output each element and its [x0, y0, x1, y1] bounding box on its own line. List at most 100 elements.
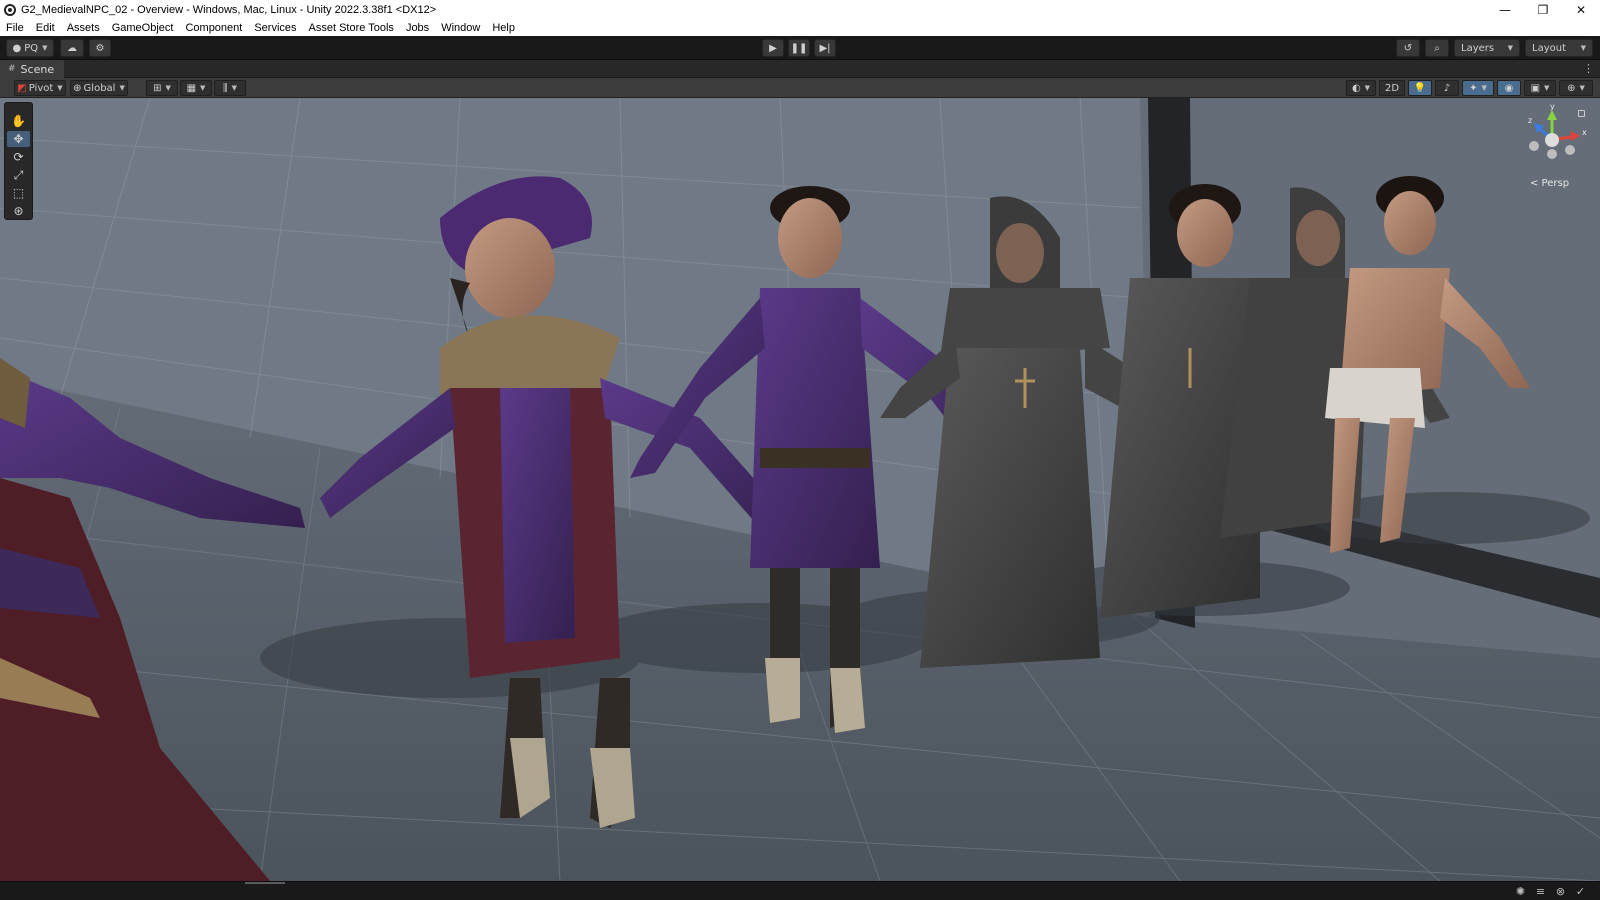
menu-assets[interactable]: Assets: [67, 22, 100, 34]
scene-render: [0, 98, 1600, 881]
rotate-icon: ⟳: [13, 150, 24, 164]
hidden-objects-toggle[interactable]: ◉: [1497, 80, 1521, 96]
layers-dropdown[interactable]: Layers ▼: [1454, 39, 1520, 57]
minimize-button[interactable]: —: [1486, 0, 1524, 19]
menu-window[interactable]: Window: [441, 22, 480, 34]
menu-help[interactable]: Help: [492, 22, 515, 34]
status-bar: ✺ ≡ ⊗ ✓: [0, 881, 1600, 900]
collab-button[interactable]: ⚙: [89, 39, 111, 57]
progress-indicator: [245, 882, 285, 884]
transform-tool-button[interactable]: ⊛: [7, 203, 30, 219]
menu-asset-store-tools[interactable]: Asset Store Tools: [309, 22, 394, 34]
pause-icon: ❚❚: [790, 42, 808, 54]
menu-file[interactable]: File: [6, 22, 24, 34]
globe-icon: ⊕: [73, 82, 82, 94]
chevron-down-icon: ▼: [1544, 84, 1550, 92]
window-title: G2_MedievalNPC_02 - Overview - Windows, …: [21, 3, 437, 16]
tab-scene-label: Scene: [20, 62, 55, 76]
audio-toggle[interactable]: ♪: [1435, 80, 1459, 96]
stack-icon[interactable]: ≡: [1534, 885, 1547, 898]
play-button[interactable]: ▶: [762, 39, 784, 57]
global-dropdown[interactable]: ⊕ Global ▼: [70, 80, 128, 96]
global-label: Global: [83, 82, 116, 94]
scale-icon: ⤢: [13, 167, 24, 182]
effects-dropdown[interactable]: ✦ ▼: [1462, 80, 1494, 96]
layout-dropdown[interactable]: Layout ▼: [1525, 39, 1593, 57]
eye-slash-icon: ◉: [1504, 82, 1514, 94]
rect-tool-button[interactable]: ⬚: [7, 185, 30, 201]
scene-grid-icon: #: [8, 64, 16, 74]
step-icon: ▶|: [819, 42, 831, 54]
tab-strip: # Scene ⋮: [0, 60, 1600, 78]
chevron-down-icon: ▼: [1507, 44, 1513, 52]
cloud-icon: ☁: [67, 42, 77, 54]
rect-icon: ⬚: [12, 186, 25, 200]
camera-projection-label[interactable]: < Persp: [1530, 178, 1569, 189]
step-button[interactable]: ▶|: [814, 39, 836, 57]
layers-label: Layers: [1461, 42, 1495, 54]
view-tool-button[interactable]: ✋: [7, 113, 30, 129]
account-dropdown[interactable]: ● PQ ▼: [6, 39, 54, 57]
pivot-label: Pivot: [28, 82, 54, 94]
rotate-tool-button[interactable]: ⟳: [7, 149, 30, 165]
chevron-down-icon: ▼: [42, 44, 48, 52]
increment-snap-dropdown[interactable]: ⫼ ▼: [214, 80, 246, 96]
scale-tool-button[interactable]: ⤢: [7, 167, 30, 183]
search-icon: ⌕: [1434, 42, 1440, 54]
play-icon: ▶: [769, 42, 777, 54]
grid-snap-icon: ⊞: [153, 82, 162, 94]
camera-settings-dropdown[interactable]: ▣ ▼: [1524, 80, 1556, 96]
lighting-toggle[interactable]: 💡: [1408, 80, 1432, 96]
close-icon: ✕: [1575, 2, 1587, 17]
menu-edit[interactable]: Edit: [36, 22, 55, 34]
grid-snap-dropdown[interactable]: ⊞ ▼: [146, 80, 178, 96]
move-tool-button[interactable]: ✥: [7, 131, 30, 147]
menu-gameobject[interactable]: GameObject: [112, 22, 174, 34]
cloud-button[interactable]: ☁: [60, 39, 84, 57]
check-icon[interactable]: ✓: [1574, 885, 1587, 898]
title-bar: G2_MedievalNPC_02 - Overview - Windows, …: [0, 0, 1600, 19]
layout-label: Layout: [1532, 42, 1566, 54]
grid-icon: ▦: [186, 82, 197, 94]
grid-visibility-dropdown[interactable]: ▦ ▼: [180, 80, 212, 96]
search-button[interactable]: ⌕: [1425, 39, 1449, 57]
debug-icon[interactable]: ✺: [1514, 885, 1527, 898]
main-toolbar: ● PQ ▼ ☁ ⚙ ▶ ❚❚ ▶| ↺ ⌕ Layers ▼ Layout ▼: [0, 36, 1600, 60]
gizmo-globe-icon: ⊕: [1567, 82, 1576, 94]
unity-logo-icon: [4, 3, 16, 16]
pause-button[interactable]: ❚❚: [788, 39, 810, 57]
draw-mode-dropdown[interactable]: ◐ ▼: [1346, 80, 1376, 96]
chevron-down-icon: ▼: [1481, 84, 1487, 92]
chevron-down-icon: ▼: [1364, 84, 1371, 92]
settings-icon: ⚙: [95, 42, 105, 54]
chevron-down-icon: ▼: [119, 84, 125, 92]
close-button[interactable]: ✕: [1562, 0, 1600, 19]
restore-button[interactable]: ❐: [1524, 0, 1562, 19]
menu-jobs[interactable]: Jobs: [406, 22, 429, 34]
transform-icon: ⊛: [13, 204, 24, 218]
minimize-icon: —: [1499, 2, 1511, 17]
2d-label: 2D: [1384, 82, 1400, 94]
camera-icon: ▣: [1530, 82, 1541, 94]
account-icon: ●: [12, 42, 22, 54]
pivot-dropdown[interactable]: ◩ Pivot ▼: [14, 80, 66, 96]
network-icon[interactable]: ⊗: [1554, 885, 1567, 898]
scene-viewport[interactable]: [0, 98, 1600, 881]
scene-toolbar: ◩ Pivot ▼ ⊕ Global ▼ ⊞ ▼ ▦ ▼ ⫼ ▼ ◐ ▼ 2D …: [0, 78, 1600, 98]
lock-icon[interactable]: [1578, 110, 1585, 117]
gizmo-z-label: z: [1528, 116, 1533, 125]
kebab-menu-icon[interactable]: ⋮: [1583, 62, 1594, 75]
move-icon: ✥: [13, 132, 24, 146]
tab-scene[interactable]: # Scene: [0, 60, 65, 78]
chevron-down-icon: ▼: [57, 84, 63, 92]
gizmos-dropdown[interactable]: ⊕ ▼: [1559, 80, 1593, 96]
account-label: PQ: [24, 42, 39, 54]
menu-component[interactable]: Component: [185, 22, 242, 34]
tools-palette: ✋ ✥ ⟳ ⤢ ⬚ ⊛: [4, 102, 33, 220]
history-button[interactable]: ↺: [1396, 39, 1420, 57]
menu-services[interactable]: Services: [254, 22, 296, 34]
restore-icon: ❐: [1537, 2, 1549, 17]
2d-toggle[interactable]: 2D: [1379, 80, 1405, 96]
ruler-icon: ⫼: [223, 82, 228, 94]
shading-icon: ◐: [1351, 82, 1361, 94]
